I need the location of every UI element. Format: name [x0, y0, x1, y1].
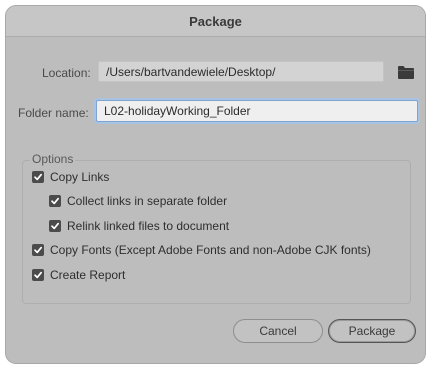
copy-links-label: Copy Links	[50, 170, 110, 184]
folder-icon[interactable]	[397, 64, 415, 80]
relink-files-checkbox[interactable]: Relink linked files to document	[49, 218, 229, 234]
checkmark-icon	[49, 220, 61, 232]
copy-links-checkbox[interactable]: Copy Links	[32, 169, 109, 185]
location-field[interactable]	[98, 61, 384, 82]
checkmark-icon	[32, 244, 44, 256]
package-dialog: Package Location: Folder name: Options C…	[6, 6, 425, 363]
copy-fonts-checkbox[interactable]: Copy Fonts (Except Adobe Fonts and non-A…	[32, 242, 371, 258]
options-title: Options	[30, 152, 76, 166]
location-label: Location:	[42, 66, 91, 80]
checkmark-icon	[49, 195, 61, 207]
folder-name-label: Folder name:	[18, 106, 89, 120]
collect-links-checkbox[interactable]: Collect links in separate folder	[49, 193, 227, 209]
folder-name-field[interactable]	[96, 100, 418, 122]
copy-fonts-label: Copy Fonts (Except Adobe Fonts and non-A…	[50, 243, 371, 257]
checkmark-icon	[32, 171, 44, 183]
create-report-label: Create Report	[50, 268, 126, 282]
package-button[interactable]: Package	[328, 319, 416, 343]
collect-links-label: Collect links in separate folder	[67, 194, 228, 208]
checkmark-icon	[32, 269, 44, 281]
relink-files-label: Relink linked files to document	[67, 219, 230, 233]
dialog-title: Package	[6, 6, 425, 37]
create-report-checkbox[interactable]: Create Report	[32, 267, 125, 283]
cancel-button[interactable]: Cancel	[233, 319, 323, 343]
